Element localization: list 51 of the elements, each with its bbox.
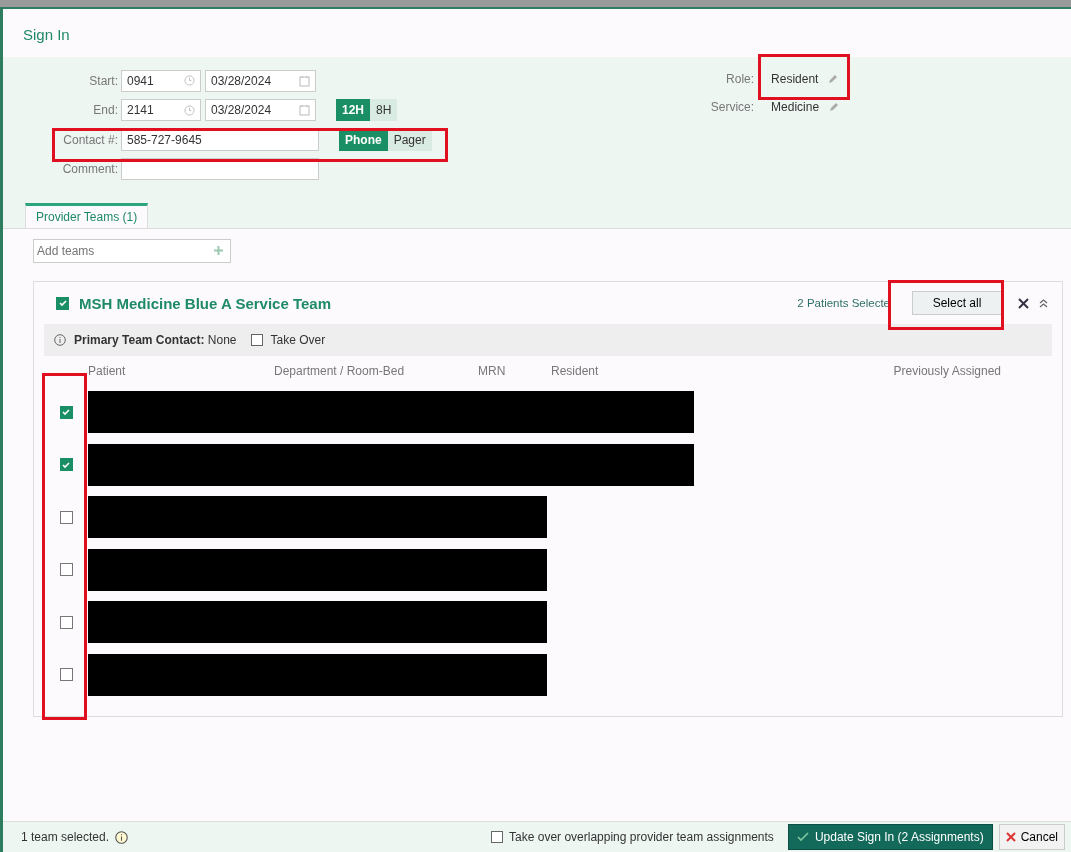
shift-toggle[interactable]: 8H — [370, 99, 398, 122]
service-value: Medicine — [771, 100, 820, 114]
checkbox[interactable] — [56, 296, 69, 310]
clock-icon — [184, 75, 195, 87]
column-header: Department / Room-Bed — [274, 364, 406, 378]
calendar-icon — [299, 74, 310, 87]
date-field[interactable]: 03/28/2024 — [205, 99, 316, 122]
collapse-icon[interactable] — [1039, 298, 1048, 308]
field-label: Contact #: — [62, 132, 119, 147]
primary-contact-text: Primary Team Contact: None — [74, 333, 237, 347]
field-label: Service: — [710, 100, 756, 114]
take-over-label: Take Over — [270, 333, 326, 347]
role-value: Resident — [771, 72, 819, 86]
field-label: Role: — [725, 72, 756, 86]
time-field[interactable]: 0941 — [121, 69, 201, 92]
calendar-icon — [299, 104, 310, 117]
window-title: Sign In — [3, 9, 1071, 57]
update-sign-in-button[interactable]: Update Sign In (2 Assignments) — [787, 824, 993, 850]
select-all-button[interactable]: Select all — [912, 291, 1002, 315]
comment-field[interactable] — [121, 158, 319, 181]
info-icon — [54, 334, 66, 346]
field-label: Comment: — [61, 162, 119, 177]
column-header: Patient — [88, 364, 127, 378]
tab[interactable]: Provider Teams (1) — [25, 203, 149, 229]
checkbox[interactable] — [59, 405, 73, 419]
team-name: MSH Medicine Blue A Service Team — [79, 294, 332, 312]
field-label: End: — [92, 103, 119, 118]
status-text: 1 team selected. — [21, 830, 110, 844]
checkbox[interactable] — [59, 615, 73, 629]
add-teams-field[interactable]: Add teams — [33, 239, 231, 263]
column-header: Previously Assigned — [892, 364, 1001, 378]
check-icon — [796, 832, 809, 842]
date-field[interactable]: 03/28/2024 — [205, 69, 316, 92]
checkbox[interactable] — [59, 510, 73, 524]
checkbox[interactable] — [59, 668, 73, 682]
close-icon — [1005, 832, 1016, 842]
take-over-overlapping-label: Take over overlapping provider team assignments — [509, 830, 774, 844]
cancel-button[interactable]: Cancel — [998, 824, 1065, 850]
column-header: MRN — [478, 364, 507, 378]
field-label: Start: — [88, 73, 119, 88]
selected-count: 2 Patients Selecte — [797, 297, 890, 309]
checkbox[interactable] — [250, 334, 263, 346]
checkbox[interactable] — [491, 831, 504, 843]
checkbox[interactable] — [59, 458, 73, 472]
checkbox[interactable] — [59, 563, 73, 577]
clock-icon — [184, 104, 195, 116]
shift-toggle[interactable]: 12H — [336, 99, 370, 122]
info-icon — [115, 830, 129, 844]
close-icon[interactable] — [1018, 297, 1029, 309]
column-header: Resident — [551, 364, 600, 378]
time-field[interactable]: 2141 — [121, 99, 201, 122]
